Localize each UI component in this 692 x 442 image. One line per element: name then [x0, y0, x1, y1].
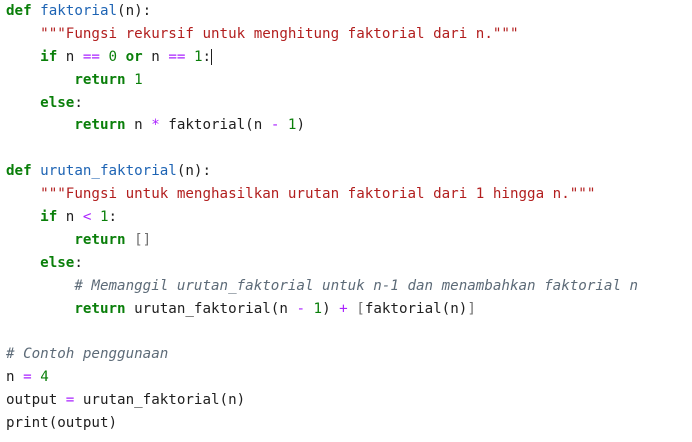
code-token: 1 — [193, 48, 203, 65]
code-token: 1 — [99, 209, 109, 226]
code-token: print(output) — [6, 415, 118, 432]
code-line[interactable] — [0, 137, 692, 160]
code-token: 1 — [313, 300, 323, 317]
code-token: output — [6, 392, 66, 409]
code-token: faktorial — [40, 3, 118, 19]
code-token: n — [125, 117, 152, 134]
code-token: == — [82, 48, 100, 65]
code-line[interactable]: return [] — [0, 229, 692, 252]
code-token: def — [6, 3, 32, 19]
code-line[interactable]: return 1 — [0, 69, 692, 92]
code-token: : — [74, 254, 83, 271]
code-token: 1 — [134, 71, 143, 88]
code-token: return — [74, 117, 126, 134]
code-token: - — [296, 300, 305, 317]
code-token: urutan_faktorial(n — [125, 300, 297, 317]
code-token: == — [168, 48, 186, 65]
code-token: return — [74, 71, 126, 88]
code-token: def — [6, 163, 32, 180]
code-line[interactable]: return n * faktorial(n - 1) — [0, 114, 692, 137]
code-line[interactable]: print(output) — [0, 412, 692, 435]
code-token: if — [40, 209, 58, 226]
code-token: * — [151, 117, 160, 134]
code-line[interactable]: else: — [0, 252, 692, 275]
code-token: + — [339, 300, 348, 317]
code-token: faktorial(n) — [364, 300, 468, 317]
code-line[interactable]: if n < 1: — [0, 206, 692, 229]
code-token: """Fungsi untuk menghasilkan urutan fakt… — [40, 186, 596, 203]
code-token: [] — [134, 231, 152, 248]
code-line[interactable]: if n == 0 or n == 1: — [0, 46, 692, 69]
code-token: else — [40, 94, 75, 111]
code-line[interactable]: """Fungsi rekursif untuk menghitung fakt… — [0, 23, 692, 46]
code-token: urutan_faktorial — [40, 163, 177, 180]
code-token: ] — [467, 300, 476, 317]
code-token: 0 — [108, 48, 118, 65]
code-token: # Contoh penggunaan — [6, 346, 169, 363]
code-line[interactable]: output = urutan_faktorial(n) — [0, 389, 692, 412]
code-token: n — [142, 48, 169, 65]
code-token: [ — [356, 300, 365, 317]
code-line[interactable]: def faktorial(n): — [0, 0, 692, 23]
code-line[interactable]: # Memanggil urutan_faktorial untuk n-1 d… — [0, 275, 692, 298]
code-token: if — [40, 48, 58, 65]
code-token: return — [74, 300, 126, 317]
code-token: (n): — [117, 3, 152, 19]
code-token: n — [57, 48, 83, 65]
code-line[interactable]: else: — [0, 92, 692, 115]
code-line[interactable]: n = 4 — [0, 366, 692, 389]
code-token: n — [57, 209, 83, 226]
code-token: urutan_faktorial(n) — [74, 392, 246, 409]
text-cursor — [211, 48, 213, 65]
code-token: # Memanggil urutan_faktorial untuk n-1 d… — [74, 277, 639, 294]
code-token: return — [74, 231, 126, 248]
code-token: = — [23, 369, 32, 386]
code-token: or — [125, 48, 143, 65]
code-line[interactable] — [0, 320, 692, 343]
code-token: : — [74, 94, 83, 111]
code-token: ) — [322, 300, 340, 317]
code-line[interactable]: return urutan_faktorial(n - 1) + [faktor… — [0, 298, 692, 321]
code-line[interactable]: """Fungsi untuk menghasilkan urutan fakt… — [0, 183, 692, 206]
code-token: """Fungsi rekursif untuk menghitung fakt… — [40, 25, 519, 42]
code-line[interactable]: def urutan_faktorial(n): — [0, 160, 692, 183]
code-token: : — [108, 209, 118, 226]
code-token: faktorial(n — [159, 117, 271, 134]
code-line[interactable]: # Contoh penggunaan — [0, 343, 692, 366]
code-token: else — [40, 254, 75, 271]
code-token: ) — [296, 117, 305, 134]
code-token: (n): — [176, 163, 212, 180]
code-editor[interactable]: def faktorial(n): """Fungsi rekursif unt… — [0, 0, 692, 442]
code-token: n — [6, 369, 24, 386]
code-token: : — [202, 48, 212, 65]
code-token: 4 — [40, 369, 49, 386]
